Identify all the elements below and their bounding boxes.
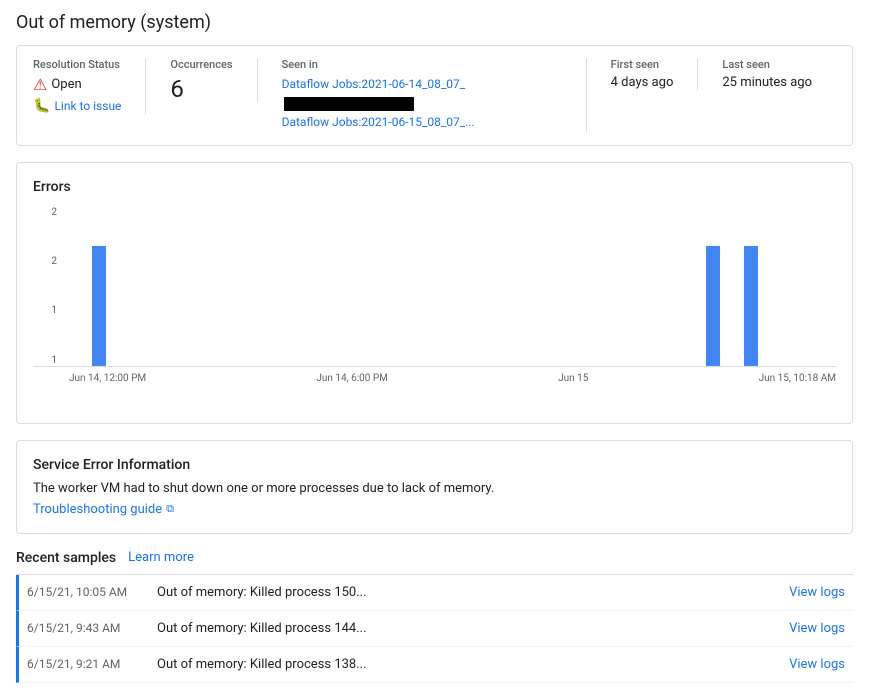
bar-1 (92, 246, 106, 365)
troubleshoot-label: Troubleshooting guide (33, 502, 162, 517)
seen-in-section: Seen in Dataflow Jobs:2021-06-14_08_07_ … (282, 58, 587, 133)
external-link-icon: ⧉ (166, 502, 174, 516)
x-label-3: Jun 15 (558, 373, 588, 384)
recent-samples-title: Recent samples (16, 550, 116, 566)
x-label-1: Jun 14, 12:00 PM (69, 373, 146, 384)
occurrences-label: Occurrences (170, 58, 232, 71)
sample-message-1: Out of memory: Killed process 150... (157, 585, 789, 600)
recent-samples-section: Recent samples Learn more 6/15/21, 10:05… (16, 550, 853, 683)
service-error-title: Service Error Information (33, 457, 836, 473)
y-axis: 2 2 1 1 (33, 207, 63, 366)
occurrences-section: Occurrences 6 (170, 58, 257, 103)
info-card: Resolution Status ⚠ Open 🐛 Link to issue… (16, 45, 853, 146)
chart-card: Errors 2 2 1 1 Jun 14, 12:00 PM Jun 14, … (16, 162, 853, 424)
first-seen-section: First seen 4 days ago (611, 58, 699, 90)
bar-3 (744, 246, 758, 365)
seen-in-label: Seen in (282, 58, 562, 71)
x-label-4: Jun 15, 10:18 AM (759, 373, 836, 384)
first-seen-value: 4 days ago (611, 75, 674, 90)
status-value: Open (51, 77, 81, 92)
last-seen-label: Last seen (722, 58, 812, 71)
y-label-2: 1 (51, 305, 57, 316)
link-to-issue-button[interactable]: 🐛 Link to issue (33, 98, 121, 114)
bar-2 (706, 246, 720, 365)
x-label-2: Jun 14, 6:00 PM (316, 373, 388, 384)
recent-samples-header: Recent samples Learn more (16, 550, 853, 566)
chart-area: 2 2 1 1 (33, 207, 836, 367)
sample-time-2: 6/15/21, 9:43 AM (27, 621, 157, 635)
status-open: ⚠ Open (33, 75, 121, 94)
sample-row-2: 6/15/21, 9:43 AM Out of memory: Killed p… (16, 611, 853, 647)
sample-time-3: 6/15/21, 9:21 AM (27, 657, 157, 671)
seen-in-link-1[interactable]: Dataflow Jobs:2021-06-14_08_07_ (282, 75, 562, 113)
chart-container: 2 2 1 1 Jun 14, 12:00 PM Jun 14, 6:00 PM… (33, 207, 836, 407)
service-error-card: Service Error Information The worker VM … (16, 440, 853, 534)
y-label-3: 2 (51, 256, 57, 267)
y-label-4: 2 (51, 207, 57, 218)
last-seen-section: Last seen 25 minutes ago (722, 58, 836, 90)
y-label-1: 1 (51, 355, 57, 366)
seen-link-2-text: Dataflow Jobs:2021-06-15_08_07_... (282, 115, 475, 129)
resolution-status-section: Resolution Status ⚠ Open 🐛 Link to issue (33, 58, 146, 114)
occurrences-value: 6 (170, 75, 232, 103)
chart-title: Errors (33, 179, 836, 195)
seen-link-1-text: Dataflow Jobs:2021-06-14_08_07_ (282, 77, 466, 110)
bars-area (69, 207, 836, 366)
sample-message-3: Out of memory: Killed process 138... (157, 657, 789, 672)
first-seen-label: First seen (611, 58, 674, 71)
x-axis: Jun 14, 12:00 PM Jun 14, 6:00 PM Jun 15 … (33, 373, 836, 384)
link-to-issue-label: Link to issue (54, 99, 121, 113)
view-logs-button-2[interactable]: View logs (789, 621, 853, 636)
view-logs-button-1[interactable]: View logs (789, 585, 853, 600)
status-dot-icon: ⚠ (33, 75, 47, 94)
view-logs-button-3[interactable]: View logs (789, 657, 853, 672)
seen-in-link-2[interactable]: Dataflow Jobs:2021-06-15_08_07_... (282, 113, 562, 132)
page-title: Out of memory (system) (16, 12, 853, 33)
sample-row-1: 6/15/21, 10:05 AM Out of memory: Killed … (16, 575, 853, 611)
info-row: Resolution Status ⚠ Open 🐛 Link to issue… (17, 46, 852, 145)
troubleshoot-link[interactable]: Troubleshooting guide ⧉ (33, 502, 174, 517)
sample-time-1: 6/15/21, 10:05 AM (27, 585, 157, 599)
last-seen-value: 25 minutes ago (722, 75, 812, 90)
sample-row-3: 6/15/21, 9:21 AM Out of memory: Killed p… (16, 647, 853, 683)
redacted-1 (284, 97, 414, 111)
sample-message-2: Out of memory: Killed process 144... (157, 621, 789, 636)
service-error-description: The worker VM had to shut down one or mo… (33, 481, 836, 496)
resolution-label: Resolution Status (33, 58, 121, 71)
learn-more-link[interactable]: Learn more (128, 550, 194, 565)
bug-icon: 🐛 (33, 98, 50, 114)
